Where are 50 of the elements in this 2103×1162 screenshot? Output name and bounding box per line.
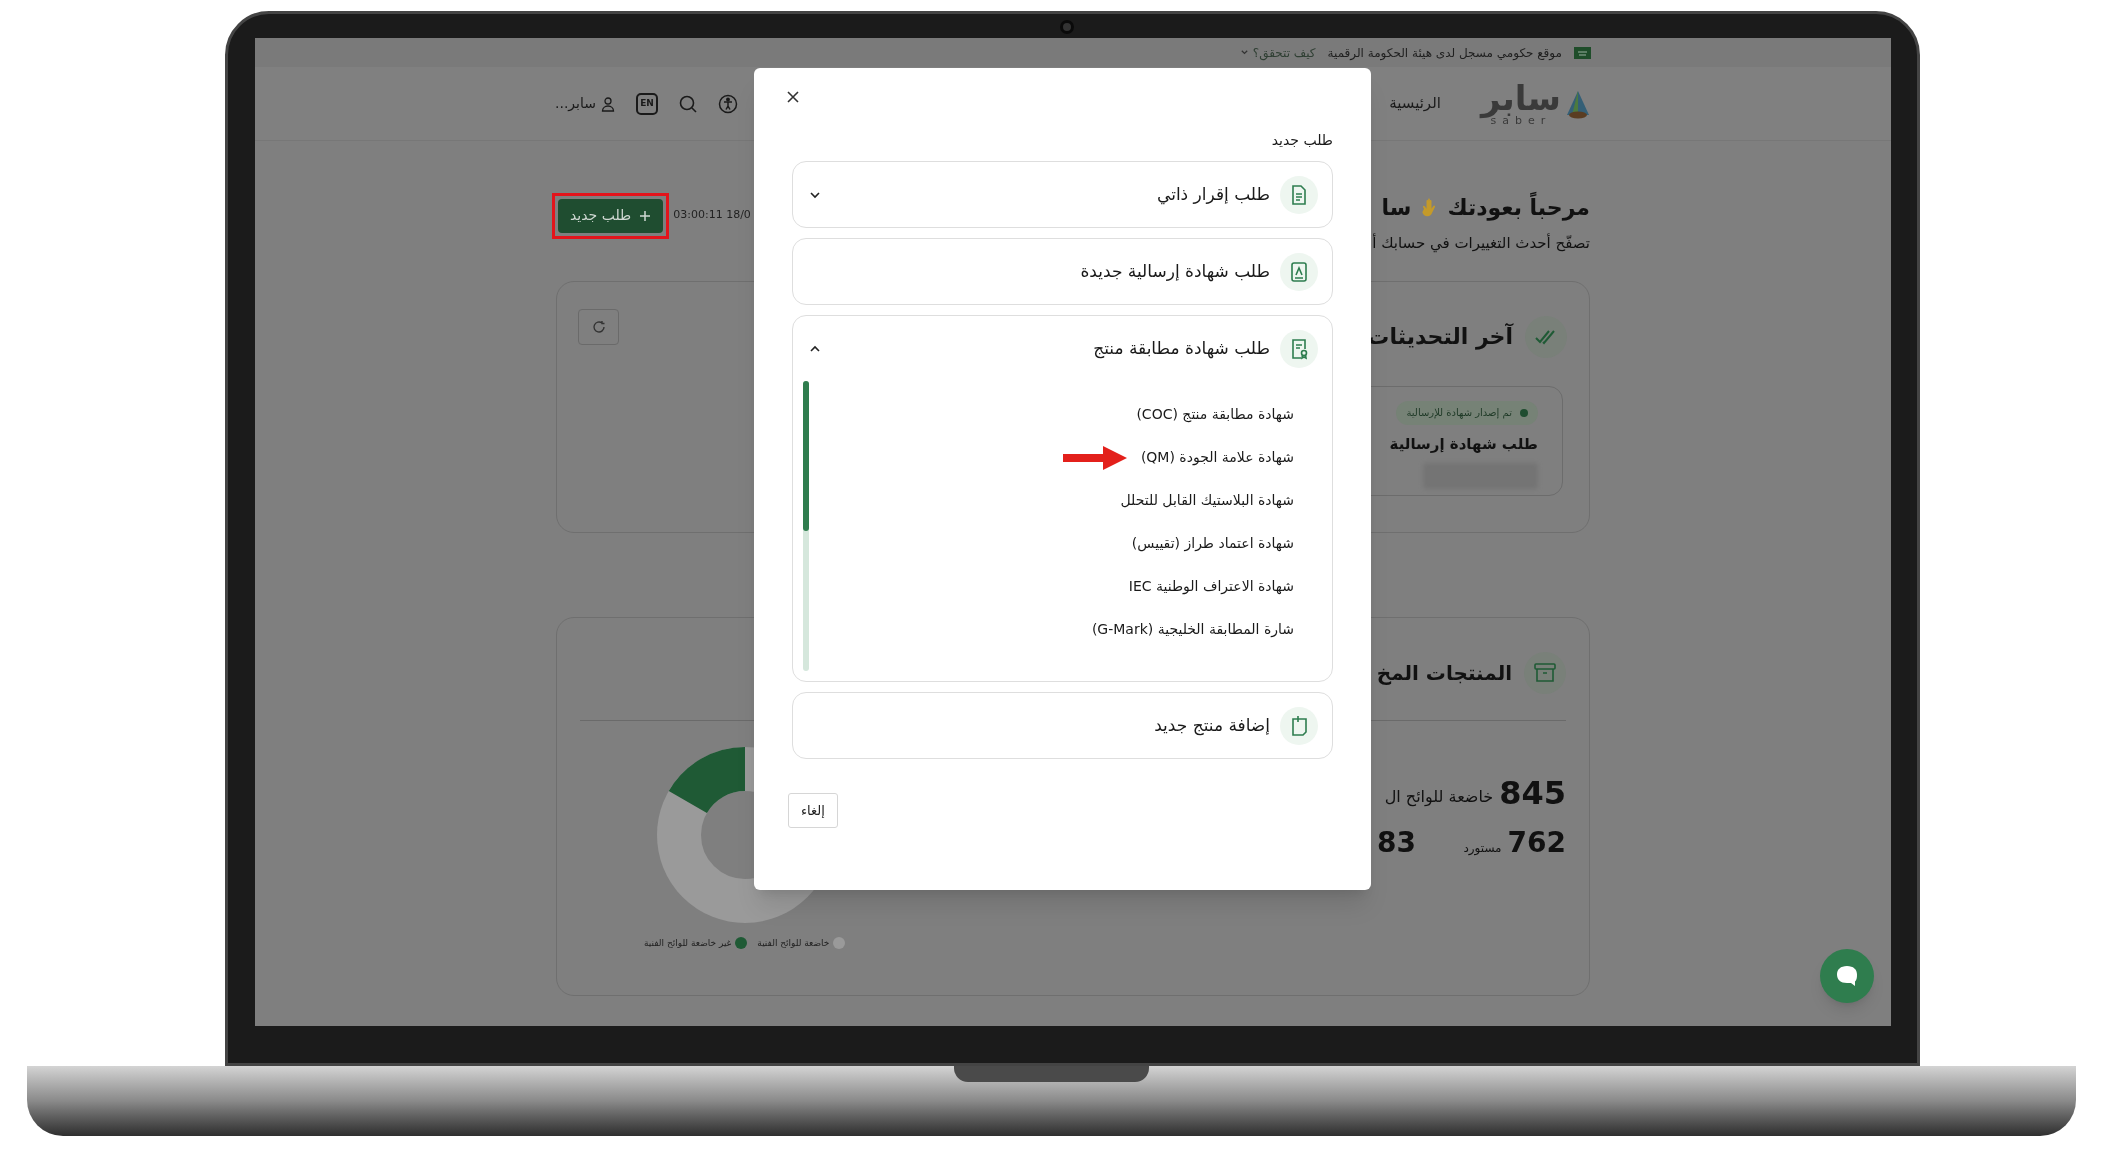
welcome-subtitle: تصفّح أحدث التغييرات في حسابك أ bbox=[1372, 232, 1590, 255]
certificate-option[interactable]: شارة المطابقة الخليجية (G-Mark) bbox=[1091, 619, 1294, 640]
status-badge: تم إصدار شهادة للإرسالية bbox=[1396, 400, 1538, 425]
chat-button[interactable] bbox=[1820, 949, 1874, 1003]
user-icon bbox=[599, 95, 616, 112]
timestamp: 03:00:11 18/0 bbox=[673, 207, 751, 224]
cancel-button[interactable]: إلغاء bbox=[788, 793, 838, 828]
legend-label: خاضعة للوائح الفنية bbox=[757, 936, 830, 950]
certificate-option[interactable]: شهادة البلاستيك القابل للتحلل bbox=[1120, 490, 1294, 511]
gov-notice: موقع حكومي مسجل لدى هيئة الحكومة الرقمية bbox=[1327, 44, 1562, 62]
stat-value: 762 bbox=[1507, 828, 1566, 857]
updates-title: آخر التحديثات bbox=[1367, 322, 1513, 352]
option-title: طلب إقرار ذاتي bbox=[1156, 182, 1270, 207]
box-icon bbox=[1524, 651, 1566, 694]
certificate-option[interactable]: شهادة علامة الجودة (QM) bbox=[1140, 447, 1294, 468]
plus-icon bbox=[639, 209, 652, 222]
modal-title: طلب جديد bbox=[1270, 131, 1333, 150]
certificate-option[interactable]: شهادة مطابقة منتج (COC) bbox=[1136, 404, 1294, 425]
refresh-icon bbox=[591, 319, 606, 334]
products-title: المنتجات المخ bbox=[1376, 659, 1512, 687]
certificate-option[interactable]: شهادة اعتماد طراز (تقييس) bbox=[1131, 533, 1294, 554]
option-title: طلب شهادة إرسالية جديدة bbox=[1079, 259, 1270, 284]
camera-icon bbox=[1060, 20, 1074, 34]
accordion-item[interactable]: طلب إقرار ذاتي bbox=[792, 161, 1333, 228]
accordion-item[interactable]: طلب شهادة مطابقة منتج شهادة مطابقة منتج (COC) شهادة علامة الجودة (QM) شهادة البلاستيك القابل للتحلل شهادة اعتماد طراز (تقييس) شهادة الاعتراف الوطنية IEC شارة المطابقة الخليجية (G-Mark) bbox=[792, 315, 1333, 682]
option-title: طلب شهادة مطابقة منتج bbox=[1092, 336, 1270, 361]
speech-bubble-icon bbox=[1835, 965, 1859, 987]
option-title: إضافة منتج جديد bbox=[1153, 713, 1270, 738]
new-request-button[interactable]: طلب جديد bbox=[558, 198, 664, 233]
option-card[interactable]: إضافة منتج جديد bbox=[792, 692, 1333, 759]
chevron-down-icon bbox=[1239, 48, 1249, 57]
language-button[interactable]: EN bbox=[635, 92, 658, 115]
legend-label: غير خاضعة للوائح الفنية bbox=[644, 936, 732, 950]
welcome-title: مرحباً بعودتك bbox=[1447, 191, 1590, 224]
update-title: طلب شهادة إرسالية bbox=[1389, 433, 1538, 455]
close-icon[interactable] bbox=[786, 90, 800, 104]
certificate-option[interactable]: شهادة الاعتراف الوطنية IEC bbox=[1128, 576, 1294, 597]
option-card[interactable]: طلب شهادة إرسالية جديدة bbox=[792, 238, 1333, 305]
total-value: 845 bbox=[1499, 776, 1566, 809]
total-label: خاضعة للوائح ال bbox=[1384, 785, 1494, 809]
flag-icon bbox=[1574, 46, 1591, 59]
stat-label: مستورد bbox=[1463, 839, 1502, 857]
stat-value: 83 bbox=[1377, 828, 1416, 857]
arrow-icon bbox=[1062, 444, 1127, 471]
double-check-icon bbox=[1525, 315, 1567, 358]
search-icon[interactable] bbox=[677, 93, 698, 114]
nav-link[interactable]: الرئيسية bbox=[1389, 92, 1441, 115]
user-menu[interactable]: سابر... bbox=[555, 93, 616, 114]
welcome-name: سا bbox=[1381, 194, 1412, 222]
accessibility-icon[interactable] bbox=[717, 93, 738, 114]
